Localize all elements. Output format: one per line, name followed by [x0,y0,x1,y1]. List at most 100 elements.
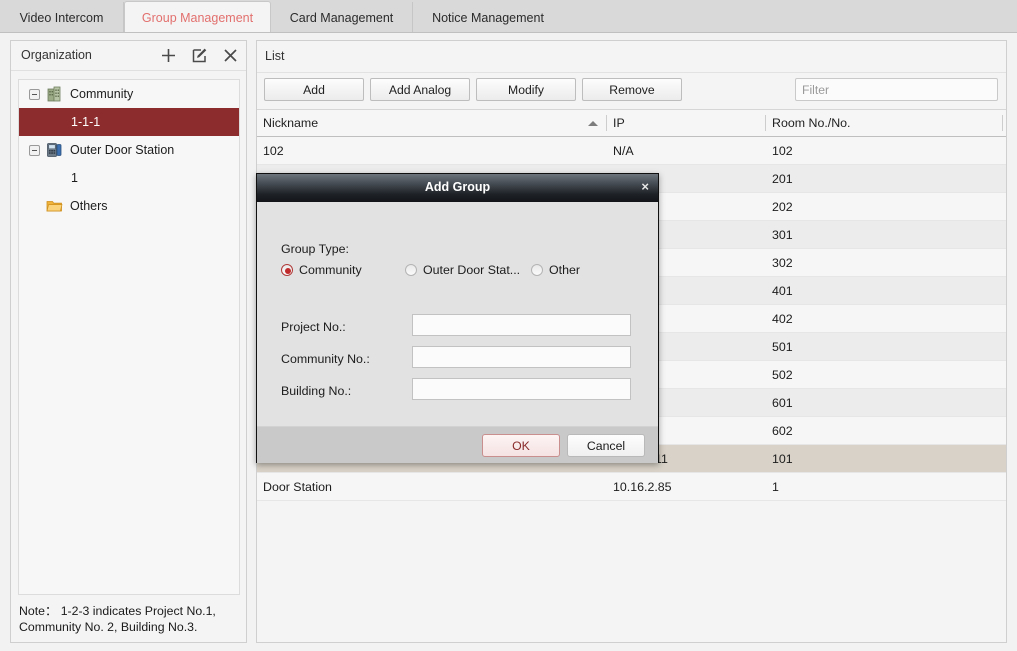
community-no-label: Community No.: [281,352,370,366]
tab-label: Video Intercom [19,10,104,25]
radio-indicator [405,264,417,276]
cell-room: 202 [772,200,793,214]
radio-label: Community [299,263,362,277]
column-header-room-no[interactable]: Room No./No. [772,116,851,130]
community-no-input[interactable] [412,346,631,368]
remove-button-label: Remove [609,82,655,97]
add-button-label: Add [303,82,325,97]
tree-item-label: Outer Door Station [70,143,175,157]
add-group-dialog: Add Group × Group Type: Community Outer … [256,173,659,463]
radio-outer-door-station[interactable]: Outer Door Stat... [405,263,520,277]
main-tab-bar: Video Intercom Group Management Card Man… [0,0,1017,33]
table-header: Nickname IP Room No./No. [257,110,1006,137]
modify-button-label: Modify [508,82,544,97]
dialog-title: Add Group [424,180,491,194]
cell-ip: 10.16.2.85 [613,480,672,494]
door-station-icon [46,142,63,158]
list-toolbar: Add Add Analog Modify Remove [257,73,1006,110]
add-button[interactable]: Add [264,78,364,101]
dialog-title-bar[interactable]: Add Group × [257,174,658,202]
tab-label: Group Management [141,10,254,25]
add-organization-button[interactable] [158,45,178,65]
organization-header: Organization [11,41,246,71]
cell-nickname: Door Station [263,480,332,494]
close-icon [223,48,237,62]
ok-button[interactable]: OK [482,434,560,457]
tab-video-intercom[interactable]: Video Intercom [0,2,124,33]
edit-organization-button[interactable] [189,45,209,65]
organization-actions [158,45,240,65]
tree-expander[interactable] [29,144,40,156]
tree-item-1-1-1[interactable]: 1-1-1 [19,108,239,136]
remove-button[interactable]: Remove [582,78,682,101]
tab-group-management[interactable]: Group Management [124,1,271,33]
add-analog-button-label: Add Analog [388,82,452,97]
tab-notice-management[interactable]: Notice Management [413,2,563,33]
tree-item-label: Others [70,199,108,213]
tree-item-others[interactable]: Others [19,192,239,220]
dialog-close-icon[interactable]: × [641,179,649,195]
cell-room: 102 [772,144,793,158]
project-no-label: Project No.: [281,320,346,334]
tree-item-1[interactable]: 1 [19,164,239,192]
cell-room: 602 [772,424,793,438]
cell-room: 501 [772,340,793,354]
cell-room: 201 [772,172,793,186]
radio-community[interactable]: Community [281,263,362,277]
tab-label: Notice Management [432,10,544,25]
dialog-body: Group Type: Community Outer Door Stat...… [257,202,658,426]
cell-ip: N/A [613,144,634,158]
cell-room: 301 [772,228,793,242]
tree-item-label: Community [70,87,134,101]
table-row[interactable]: Door Station 10.16.2.85 1 [257,473,1006,501]
tree-item-outer-door-station[interactable]: Outer Door Station [19,136,239,164]
delete-organization-button[interactable] [220,45,240,65]
column-header-nickname[interactable]: Nickname [263,116,318,130]
radio-indicator [531,264,543,276]
column-separator[interactable] [606,115,607,131]
plus-icon [161,48,175,62]
cell-nickname: 102 [263,144,284,158]
group-type-label: Group Type: [281,242,349,256]
cell-room: 601 [772,396,793,410]
filter-input[interactable] [795,78,998,101]
organization-title: Organization [21,48,92,62]
project-no-input[interactable] [412,314,631,336]
tree-item-community[interactable]: Community [19,80,239,108]
modify-button[interactable]: Modify [476,78,576,101]
edit-icon [192,48,206,62]
cancel-button-label: Cancel [586,438,626,453]
tab-bar-underline [0,32,1017,33]
column-separator[interactable] [765,115,766,131]
organization-panel: Organization Community 1-1-1 Outer Door … [10,40,247,643]
dialog-footer: OK Cancel [257,426,658,463]
cell-room: 302 [772,256,793,270]
radio-indicator [281,264,293,276]
add-analog-button[interactable]: Add Analog [370,78,470,101]
sort-ascending-icon[interactable] [588,121,598,126]
building-icon [46,86,63,102]
tab-label: Card Management [289,10,394,25]
cell-room: 401 [772,284,793,298]
cell-room: 1 [772,480,779,494]
column-header-ip[interactable]: IP [613,116,625,130]
cell-room: 502 [772,368,793,382]
folder-icon [46,198,63,214]
table-row[interactable]: 102 N/A 102 [257,137,1006,165]
column-separator[interactable] [1002,115,1003,131]
building-no-input[interactable] [412,378,631,400]
application-window: Video Intercom Group Management Card Man… [0,0,1017,651]
tree-item-label: 1 [71,171,78,185]
tab-card-management[interactable]: Card Management [271,2,413,33]
list-title: List [265,49,285,63]
organization-tree[interactable]: Community 1-1-1 Outer Door Station 1 Oth… [18,79,240,595]
radio-other[interactable]: Other [531,263,580,277]
list-header: List [257,41,1006,73]
cell-room: 101 [772,452,793,466]
radio-label: Other [549,263,580,277]
cancel-button[interactable]: Cancel [567,434,645,457]
radio-label: Outer Door Stat... [423,263,521,277]
tree-expander[interactable] [29,88,40,100]
organization-note: Note： 1-2-3 indicates Project No.1, Comm… [19,604,216,634]
ok-button-label: OK [512,438,530,453]
